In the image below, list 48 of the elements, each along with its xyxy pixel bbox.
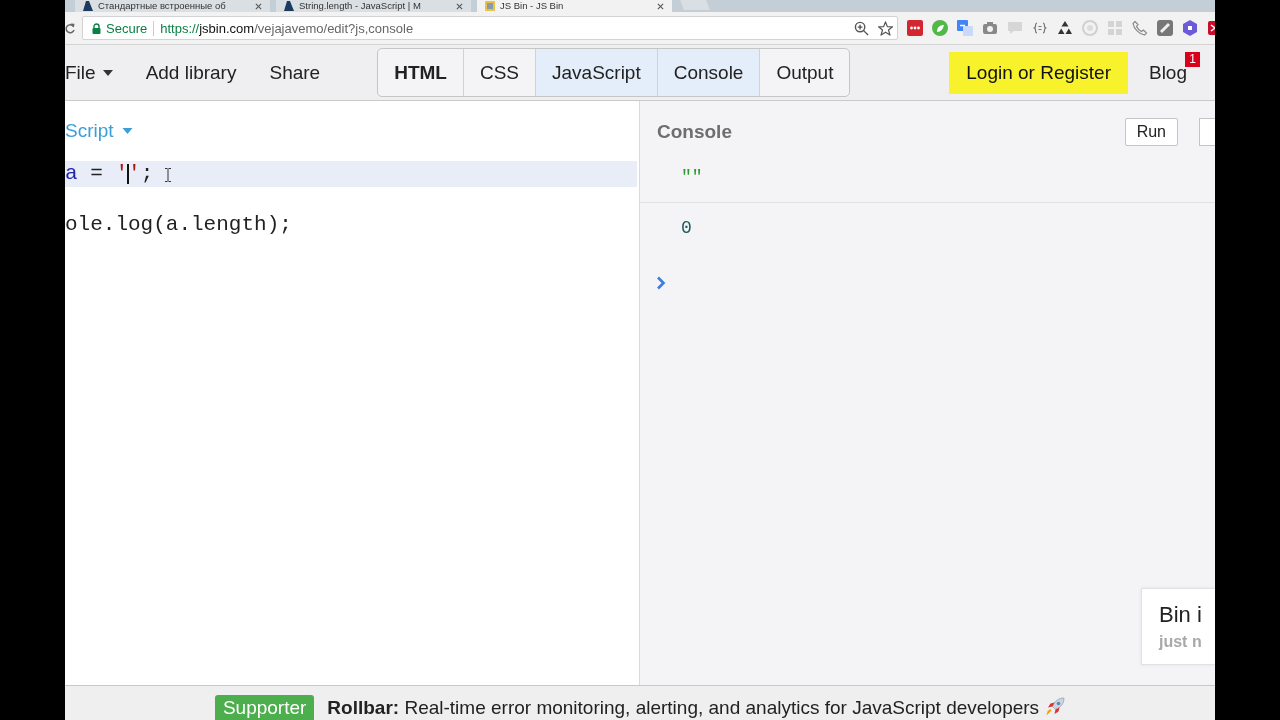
toolbar-menu-item[interactable]: Add library xyxy=(145,60,237,85)
caret-icon xyxy=(102,69,113,76)
panel-tab[interactable]: JavaScript xyxy=(535,49,657,96)
close-icon[interactable] xyxy=(657,2,664,10)
leaf-icon[interactable] xyxy=(932,20,948,36)
text-cursor xyxy=(127,164,129,184)
close-icon[interactable] xyxy=(255,2,262,10)
overlapping-squares-icon[interactable] xyxy=(957,20,973,36)
toast-title: Bin i xyxy=(1159,602,1203,628)
prompt-chevron-icon xyxy=(656,276,666,290)
ibeam-cursor-icon xyxy=(165,168,171,182)
braces-icon[interactable] xyxy=(1032,20,1048,36)
rocket-icon xyxy=(1045,697,1066,717)
lock-icon xyxy=(92,22,101,34)
panel-tab[interactable]: Console xyxy=(656,49,760,96)
login-button[interactable]: Login or Register xyxy=(949,51,1128,94)
favicon-icon xyxy=(485,1,495,11)
phone-icon[interactable] xyxy=(1132,20,1148,36)
toolbar-menu-item[interactable]: Share xyxy=(269,60,321,85)
reload-icon[interactable] xyxy=(65,22,75,34)
toolbar-menu-item[interactable]: File xyxy=(65,60,113,85)
hexagon-icon[interactable] xyxy=(1182,20,1198,36)
chevron-tile-icon[interactable] xyxy=(1207,20,1215,36)
console-output: "" xyxy=(680,166,704,189)
dots-icon[interactable] xyxy=(907,20,923,36)
zoom-icon[interactable] xyxy=(854,20,869,36)
console-output: 0 xyxy=(640,202,1215,252)
panel-tab[interactable]: Output xyxy=(759,49,850,96)
panel-title: Console xyxy=(657,121,732,143)
ad-text[interactable]: Rollbar: Real-time error monitoring, alerting, and analytics for JavaScript developers xyxy=(327,695,1040,720)
code-line: ole.log(a.length); xyxy=(65,212,293,238)
security-label: Secure xyxy=(106,20,148,36)
slash-square-icon[interactable] xyxy=(1157,20,1173,36)
run-button[interactable]: Run xyxy=(1124,118,1178,146)
camera-icon[interactable] xyxy=(982,20,998,36)
close-icon[interactable] xyxy=(456,2,463,10)
browser-tab[interactable]: Стандартные встроенные об xyxy=(75,0,270,12)
toast-time: just n xyxy=(1159,632,1203,652)
caret-icon xyxy=(121,128,133,134)
blog-link[interactable]: Blog xyxy=(1148,61,1187,84)
bookmark-star-icon[interactable] xyxy=(878,20,893,36)
browser-tab[interactable]: JS Bin - JS Bin xyxy=(477,0,672,12)
triangles-icon[interactable] xyxy=(1057,20,1073,36)
notification-badge: 1 xyxy=(1185,51,1200,67)
address-bar[interactable]: Secure https://jsbin.com/vejajavemo/edit?js,console xyxy=(82,16,898,40)
browser-tab[interactable]: String.length - JavaScript | M xyxy=(276,0,471,12)
panel-tab[interactable]: HTML xyxy=(378,49,463,96)
url-text: https://jsbin.com/vejajavemo/edit?js,console xyxy=(160,20,414,36)
